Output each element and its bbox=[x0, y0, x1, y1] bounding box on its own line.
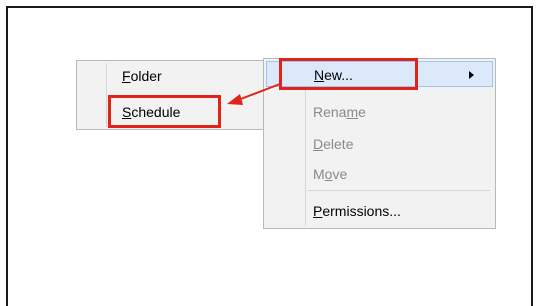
menu-item-permissions[interactable]: Permissions... bbox=[266, 198, 493, 224]
submenu-arrow-icon bbox=[469, 71, 474, 79]
submenu-item-folder[interactable]: Folder bbox=[79, 63, 263, 89]
menu-item-delete[interactable]: Delete bbox=[266, 131, 493, 157]
menu-item-rename[interactable]: Rename bbox=[266, 99, 493, 125]
highlight-box-schedule bbox=[108, 95, 221, 128]
menu-separator bbox=[308, 190, 490, 191]
menu-item-move[interactable]: Move bbox=[266, 161, 493, 187]
highlight-box-new bbox=[279, 58, 418, 90]
